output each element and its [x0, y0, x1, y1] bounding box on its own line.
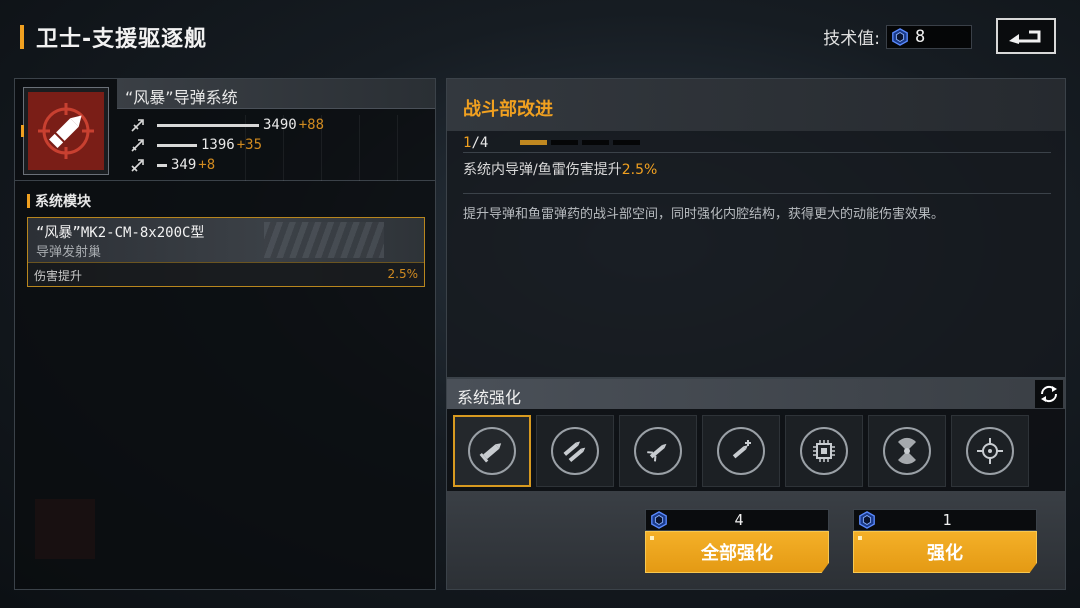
cost-gem-icon: [859, 511, 875, 529]
speed-icon: [127, 156, 149, 174]
system-icon-frame: [23, 87, 109, 175]
enhance-all-button[interactable]: 全部强化: [645, 531, 829, 573]
attack-icon: [127, 116, 149, 134]
title-accent-bar: [20, 25, 24, 49]
stat-row-range: 1396 +35: [117, 135, 435, 155]
stat-row-attack: 3490 +88: [117, 115, 435, 135]
missile-boost-icon: [717, 427, 765, 475]
detail-description: 提升导弹和鱼雷弹药的战斗部空间，同时强化内腔结构，获得更大的动能伤害效果。: [463, 207, 945, 222]
slot-chip[interactable]: [785, 415, 863, 487]
guided-missile-icon: [634, 427, 682, 475]
enhance-actions: 4 全部强化 1 强化: [447, 491, 1065, 589]
stat-bonus-speed: +8: [198, 157, 216, 173]
modules-title: 系统模块: [35, 194, 91, 210]
module-card[interactable]: “风暴”MK2-CM-8x200C型 导弹发射巢 伤害提升 2.5%: [27, 217, 425, 287]
system-panel: “风暴”导弹系统 3490 +88 1396 +35 349 +8 系统模块 “…: [14, 78, 436, 590]
level-current: 1: [463, 134, 472, 151]
single-enhance-cost-value: 1: [942, 511, 952, 529]
slot-missile-boost[interactable]: [702, 415, 780, 487]
module-effect-label: 伤害提升: [34, 269, 83, 283]
detail-effect-text: 系统内导弹/鱼雷伤害提升: [463, 162, 622, 178]
stat-row-speed: 349 +8: [117, 155, 435, 175]
selected-tick: [21, 125, 24, 137]
missile-icon: [28, 92, 104, 170]
back-arrow-icon: [1009, 30, 1041, 44]
warhead-icon: [468, 427, 516, 475]
single-enhance-cost: 1: [853, 509, 1037, 531]
detail-divider: [463, 193, 1051, 194]
tech-value: 8: [915, 26, 926, 47]
enhance-button[interactable]: 强化: [853, 531, 1037, 573]
range-icon: [127, 136, 149, 154]
module-name: “风暴”MK2-CM-8x200C型: [36, 225, 205, 241]
system-card: “风暴”导弹系统 3490 +88 1396 +35 349 +8: [15, 79, 435, 181]
all-enhance-cost-value: 4: [734, 511, 744, 529]
level-pip: [520, 140, 548, 145]
tech-value-label: 技术值:: [823, 29, 880, 49]
chip-icon: [800, 427, 848, 475]
button-dot: [858, 536, 862, 540]
enhance-all-label: 全部强化: [701, 543, 773, 564]
stat-bonus-range: +35: [236, 137, 263, 153]
level-progress: 1 /4: [463, 133, 1051, 153]
system-header: “风暴”导弹系统: [117, 79, 435, 109]
refresh-button[interactable]: [1035, 380, 1063, 408]
slot-radar[interactable]: [868, 415, 946, 487]
enhance-panel: 系统强化 4 全部强化 1 强化: [446, 378, 1066, 590]
slot-guided-missile[interactable]: [619, 415, 697, 487]
enhance-header: 系统强化: [447, 379, 1065, 409]
slot-warhead[interactable]: [453, 415, 531, 487]
target-lock-icon: [966, 427, 1014, 475]
module-subtitle: 导弹发射巢: [36, 245, 102, 260]
faded-background-card: [27, 499, 425, 569]
level-pips: [520, 140, 641, 145]
faded-missile-icon: [35, 499, 95, 559]
button-dot: [650, 536, 654, 540]
module-effect-value: 2.5%: [387, 267, 419, 281]
stat-bar-range: [157, 143, 197, 147]
enhance-slots: [453, 415, 1029, 487]
detail-effect: 系统内导弹/鱼雷伤害提升2.5%: [463, 159, 657, 179]
stat-value-range: 1396: [201, 137, 235, 153]
page-title: 卫士-支援驱逐舰: [36, 27, 208, 52]
system-name: “风暴”导弹系统: [125, 88, 238, 107]
module-effect: 伤害提升 2.5%: [28, 262, 424, 286]
level-max: /4: [471, 134, 489, 151]
level-pip: [551, 140, 579, 145]
level-pip: [613, 140, 641, 145]
tech-value-display: 技术值: 8: [823, 24, 972, 49]
detail-effect-value: 2.5%: [621, 162, 658, 178]
stat-value-speed: 349: [171, 157, 197, 173]
detail-panel: 战斗部改进 1 /4 系统内导弹/鱼雷伤害提升2.5% 提升导弹和鱼雷弹药的战斗…: [446, 78, 1066, 378]
detail-title: 战斗部改进: [463, 99, 553, 120]
stat-value-attack: 3490: [263, 117, 297, 133]
slot-twin-missile[interactable]: [536, 415, 614, 487]
modules-accent: [27, 194, 30, 208]
level-pip: [582, 140, 610, 145]
modules-heading: 系统模块: [27, 191, 91, 211]
refresh-icon: [1040, 385, 1058, 403]
back-button[interactable]: [996, 18, 1056, 54]
slot-target-lock[interactable]: [951, 415, 1029, 487]
stat-bonus-attack: +88: [298, 117, 325, 133]
stat-bar-speed: [157, 163, 167, 167]
cost-gem-icon: [651, 511, 667, 529]
all-enhance-cost: 4: [645, 509, 829, 531]
enhance-label: 强化: [927, 543, 963, 564]
tech-gem-icon: [892, 27, 908, 46]
twin-missile-icon: [551, 427, 599, 475]
stat-bar-attack: [157, 123, 259, 127]
title-bar: 卫士-支援驱逐舰: [20, 22, 207, 52]
enhance-title: 系统强化: [457, 388, 522, 407]
tech-value-box: 8: [886, 24, 972, 49]
module-image: [264, 222, 384, 258]
radar-icon: [883, 427, 931, 475]
